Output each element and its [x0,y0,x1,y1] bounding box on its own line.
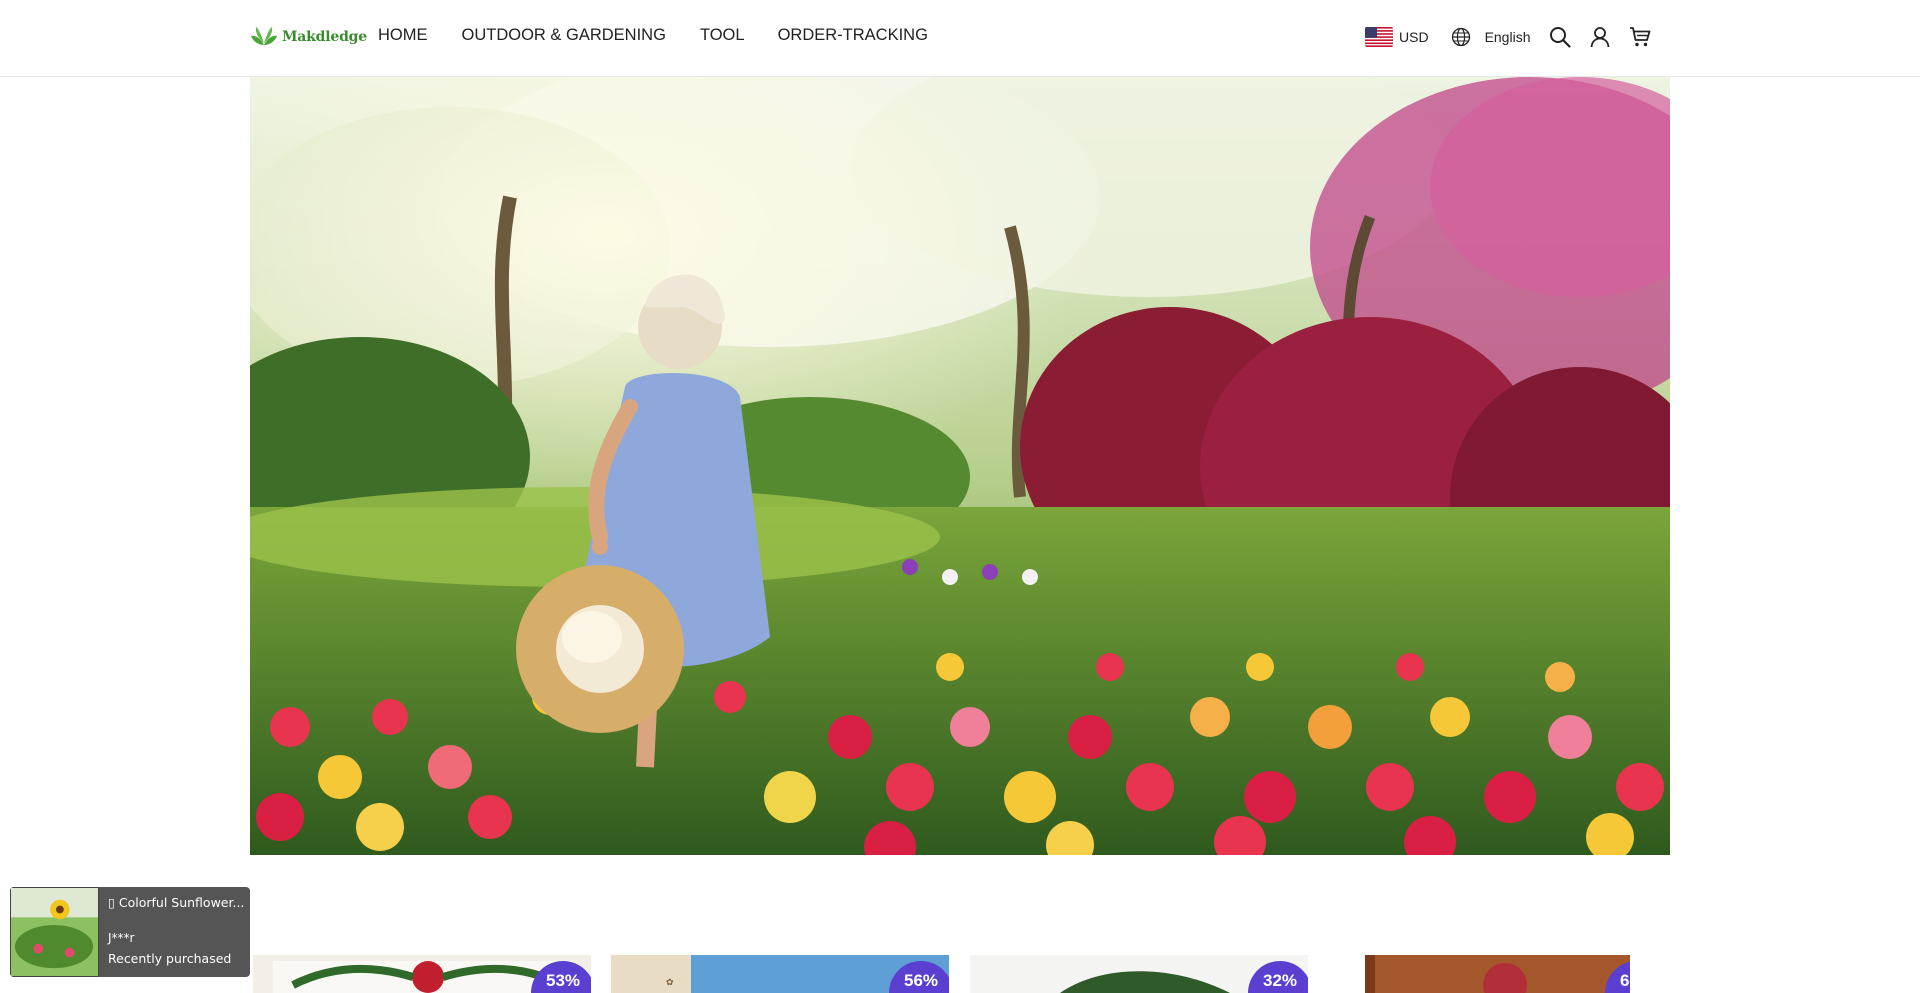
nav-outdoor-gardening[interactable]: OUTDOOR & GARDENING [462,26,666,45]
main-nav: HOME OUTDOOR & GARDENING TOOL ORDER-TRAC… [378,26,928,45]
product-card[interactable]: ✿ 56% [611,955,949,993]
product-card[interactable]: 69% [1365,955,1630,993]
account-icon[interactable] [1589,26,1611,48]
product-card[interactable]: 53% [253,955,591,993]
recent-purchase-toast[interactable]: ▯ Colorful Sunflower... J***r Recently p… [10,887,250,977]
svg-text:✿: ✿ [666,978,674,988]
product-card[interactable]: 32% [970,955,1308,993]
language-selector[interactable]: English [1485,29,1531,45]
site-logo[interactable]: Makdledge [250,25,367,49]
hero-banner[interactable] [250,77,1670,855]
header-actions: USD English [1365,24,1651,50]
hero-garden-image [250,77,1670,855]
leaf-logo-icon [251,27,277,45]
product-image [1365,955,1630,993]
nav-order-tracking[interactable]: ORDER-TRACKING [778,26,928,45]
logo-text: Makdledge [282,29,367,45]
us-flag-icon[interactable] [1365,27,1393,47]
toast-user: J***r [108,931,135,945]
nav-home[interactable]: HOME [378,26,428,45]
nav-tool[interactable]: TOOL [700,26,745,45]
toast-product-thumbnail [10,887,99,977]
toast-status: Recently purchased [108,951,232,966]
search-icon[interactable] [1549,26,1572,48]
site-header: Makdledge HOME OUTDOOR & GARDENING TOOL … [0,0,1920,77]
toast-title-text: Colorful Sunflower... [118,895,245,910]
cart-icon[interactable] [1629,26,1651,48]
product-grid: 53% ✿ 56% 32% 69% [250,955,1670,993]
currency-selector[interactable]: USD [1399,29,1429,45]
toast-product-title: ▯ Colorful Sunflower... [108,895,245,910]
globe-icon[interactable] [1451,27,1471,47]
